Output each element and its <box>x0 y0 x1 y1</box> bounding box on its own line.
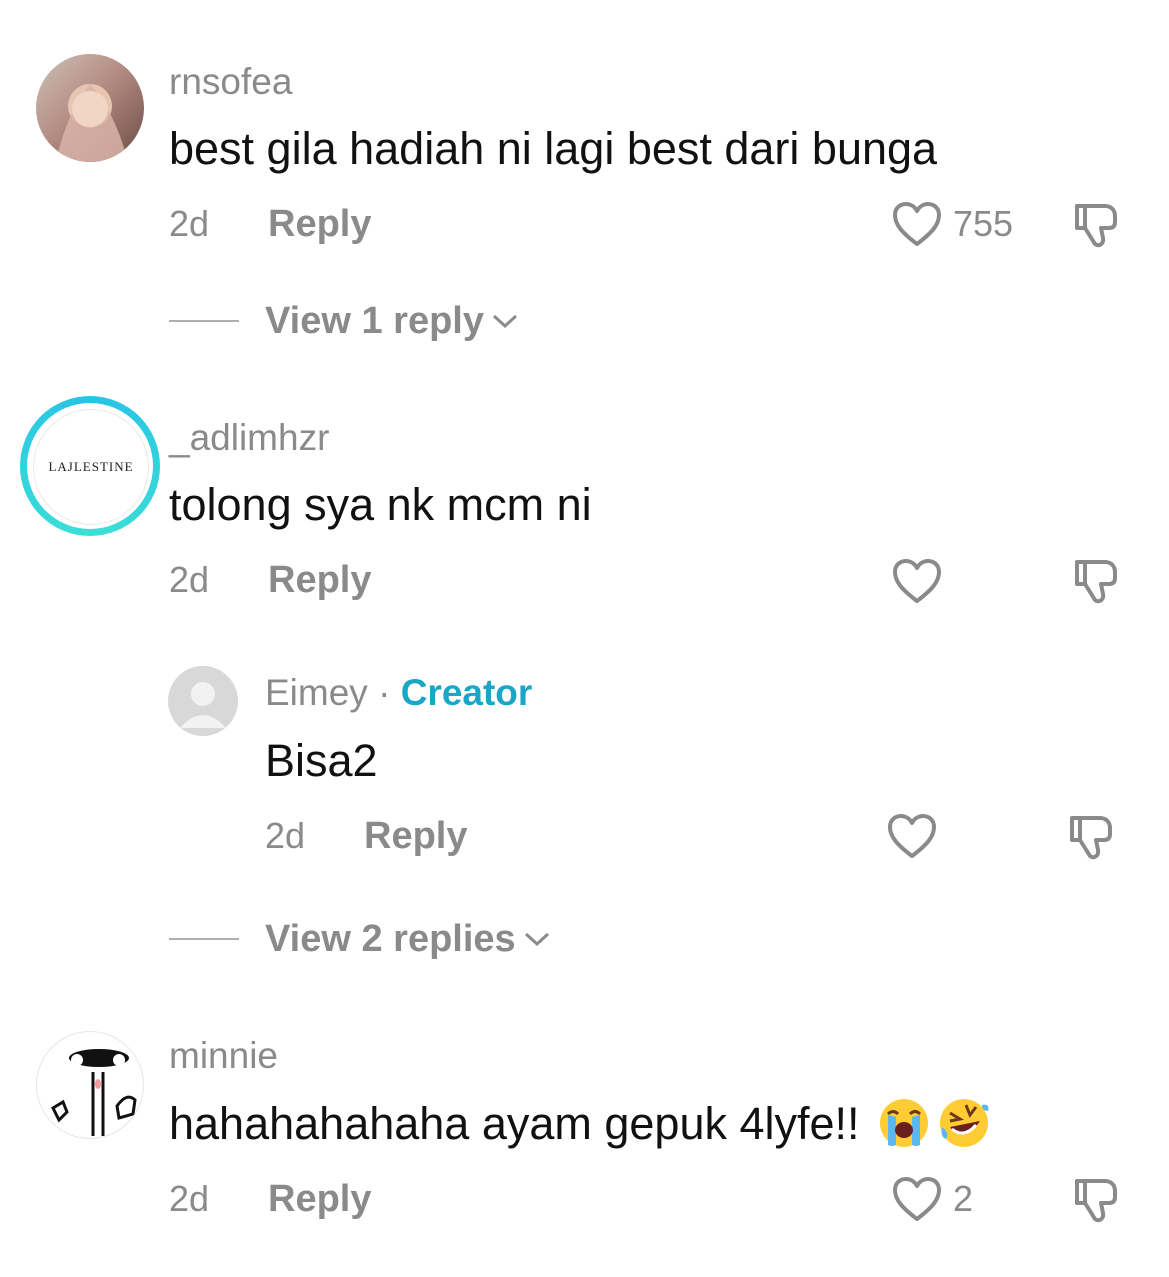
comment-time: 2d <box>169 559 210 600</box>
rolling-on-floor-laughing-icon <box>939 1099 988 1147</box>
like-button[interactable] <box>886 812 938 860</box>
creator-badge: Creator <box>400 672 533 713</box>
reply-username-row: Eimey · Creator <box>265 674 532 711</box>
heart-icon <box>888 814 936 858</box>
separator: · <box>367 672 401 713</box>
reply-text: Bisa2 <box>265 735 378 786</box>
dislike-button[interactable] <box>1066 812 1118 867</box>
cartoon-avatar-icon <box>51 1049 137 1136</box>
avatar[interactable] <box>36 54 144 162</box>
like-button[interactable]: 2 <box>891 1175 973 1223</box>
comment-username[interactable]: minnie <box>169 1037 278 1074</box>
avatar[interactable] <box>168 666 238 736</box>
chevron-down-icon <box>492 314 517 329</box>
view-replies-label: View 1 reply <box>265 300 484 342</box>
view-replies-label: View 2 replies <box>265 918 516 960</box>
thumbs-down-icon <box>1075 204 1117 248</box>
default-avatar-icon <box>180 682 226 728</box>
comment-username[interactable]: _adlimhzr <box>169 419 329 456</box>
like-button[interactable] <box>891 557 943 605</box>
reply-button[interactable]: Reply <box>268 561 371 599</box>
chevron-down-icon <box>524 932 549 947</box>
heart-icon <box>893 202 941 246</box>
divider <box>169 320 239 322</box>
dislike-button[interactable] <box>1071 200 1123 255</box>
thumbs-down-icon <box>1075 1179 1117 1223</box>
loudly-crying-face-icon <box>879 1099 928 1147</box>
comment-time: 2d <box>169 1178 210 1219</box>
like-count: 755 <box>953 203 1014 244</box>
view-replies-button[interactable]: View 2 replies <box>265 920 552 958</box>
heart-icon <box>893 1177 941 1221</box>
dislike-button[interactable] <box>1071 556 1123 611</box>
reply-button[interactable]: Reply <box>268 205 371 243</box>
avatar[interactable]: LAJLESTINE <box>20 396 160 536</box>
view-replies-button[interactable]: View 1 reply <box>265 302 520 340</box>
reply-button[interactable]: Reply <box>364 817 467 855</box>
avatar-logo-text: LAJLESTINE <box>48 459 134 474</box>
thumbs-down-icon <box>1070 816 1112 860</box>
divider <box>169 938 239 940</box>
heart-icon <box>893 559 941 603</box>
reply-button[interactable]: Reply <box>268 1180 371 1218</box>
comment-text: best gila hadiah ni lagi best dari bunga <box>169 123 938 174</box>
comment-username[interactable]: rnsofea <box>169 63 292 100</box>
comment-text-row: hahahahahaha ayam gepuk 4lyfe!! <box>169 1097 990 1149</box>
like-count: 2 <box>953 1178 974 1219</box>
reply-username[interactable]: Eimey <box>265 672 368 713</box>
comment-text: hahahahahaha ayam gepuk 4lyfe!! <box>169 1097 860 1149</box>
like-button[interactable]: 755 <box>891 200 1013 248</box>
avatar[interactable] <box>36 1031 144 1139</box>
reply-time: 2d <box>265 815 306 856</box>
user-photo-icon <box>56 84 128 162</box>
thumbs-down-icon <box>1075 560 1117 604</box>
comment-text: tolong sya nk mcm ni <box>169 479 592 530</box>
comment-time: 2d <box>169 203 210 244</box>
dislike-button[interactable] <box>1071 1175 1123 1230</box>
